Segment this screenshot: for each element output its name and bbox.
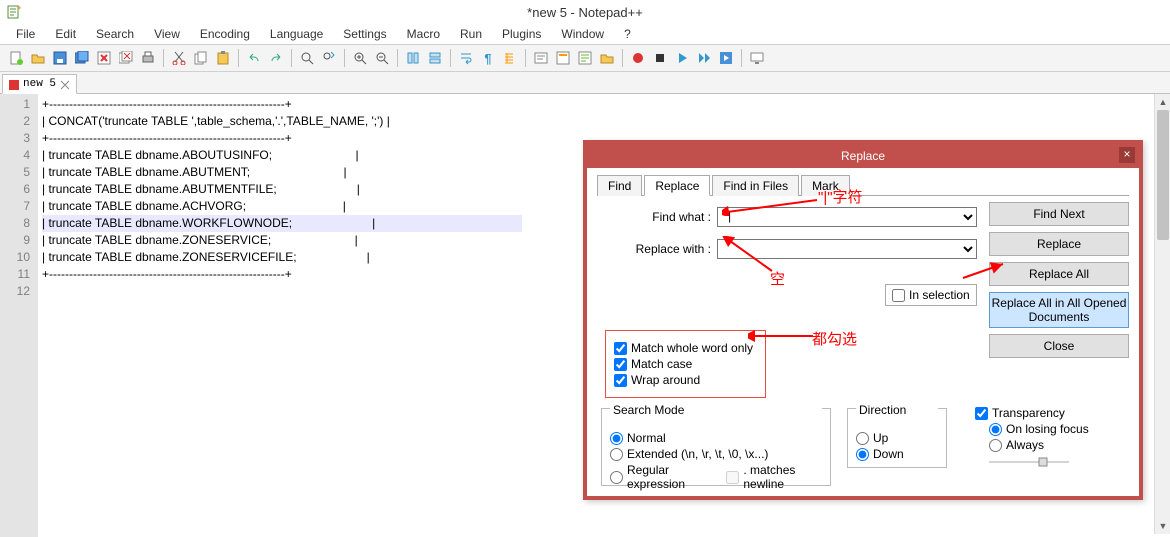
indent-guide-icon[interactable] [500, 48, 520, 68]
document-tab[interactable]: new 5 [2, 74, 77, 94]
dialog-title-text: Replace [841, 149, 885, 163]
lang-icon[interactable] [531, 48, 551, 68]
scroll-up-arrow-icon[interactable]: ▲ [1155, 94, 1170, 110]
tab-find[interactable]: Find [597, 175, 642, 196]
func-list-icon[interactable] [575, 48, 595, 68]
tab-replace[interactable]: Replace [644, 175, 710, 196]
menu-encoding[interactable]: Encoding [192, 25, 258, 43]
vertical-scrollbar[interactable]: ▲ ▼ [1154, 94, 1170, 534]
redo-icon[interactable] [266, 48, 286, 68]
direction-up[interactable]: Up [856, 431, 938, 445]
new-file-icon[interactable] [6, 48, 26, 68]
stop-macro-icon[interactable] [650, 48, 670, 68]
in-selection-box[interactable] [892, 289, 905, 302]
line-number-gutter: 123456789101112 [0, 94, 38, 537]
zoom-out-icon[interactable] [372, 48, 392, 68]
dialog-tabs: Find Replace Find in Files Mark [597, 174, 1129, 196]
replace-icon[interactable] [319, 48, 339, 68]
folder-icon[interactable] [597, 48, 617, 68]
find-what-input[interactable]: | [717, 207, 977, 227]
menu-search[interactable]: Search [88, 25, 142, 43]
tab-label: new 5 [23, 78, 56, 90]
match-options-group: Match whole word only Match case Wrap ar… [605, 330, 766, 398]
direction-group: Direction Up Down [847, 408, 947, 468]
menu-run[interactable]: Run [452, 25, 490, 43]
menu-window[interactable]: Window [553, 25, 612, 43]
replace-with-input[interactable] [717, 239, 977, 259]
menu-language[interactable]: Language [262, 25, 331, 43]
tab-mark[interactable]: Mark [801, 175, 850, 196]
replace-dialog: Replace × Find Replace Find in Files Mar… [583, 140, 1143, 500]
wrap-around-checkbox[interactable]: Wrap around [614, 373, 753, 387]
menu-help[interactable]: ? [616, 25, 639, 43]
find-icon[interactable] [297, 48, 317, 68]
scroll-down-arrow-icon[interactable]: ▼ [1155, 518, 1170, 534]
sync-v-icon[interactable] [403, 48, 423, 68]
search-mode-group: Search Mode Normal Extended (\n, \r, \t,… [601, 408, 831, 486]
transparency-checkbox[interactable]: Transparency [975, 406, 1089, 420]
transparency-slider[interactable] [989, 456, 1089, 470]
show-all-chars-icon[interactable]: ¶ [478, 48, 498, 68]
app-icon [6, 4, 22, 20]
play-macro-icon[interactable] [672, 48, 692, 68]
menu-edit[interactable]: Edit [47, 25, 84, 43]
search-mode-legend: Search Mode [610, 403, 822, 417]
print-icon[interactable] [138, 48, 158, 68]
wordwrap-icon[interactable] [456, 48, 476, 68]
menu-view[interactable]: View [146, 25, 188, 43]
window-title: *new 5 - Notepad++ [527, 5, 643, 20]
search-mode-extended[interactable]: Extended (\n, \r, \t, \0, \x...) [610, 447, 822, 461]
search-mode-regex[interactable]: Regular expression . matches newline [610, 463, 822, 491]
match-whole-word-checkbox[interactable]: Match whole word only [614, 341, 753, 355]
doc-map-icon[interactable] [553, 48, 573, 68]
modified-dot-icon [9, 79, 19, 89]
save-all-icon[interactable] [72, 48, 92, 68]
dialog-close-button[interactable]: × [1119, 147, 1135, 163]
paste-icon[interactable] [213, 48, 233, 68]
tab-find-in-files[interactable]: Find in Files [712, 175, 799, 196]
menu-settings[interactable]: Settings [335, 25, 394, 43]
save-macro-icon[interactable] [716, 48, 736, 68]
find-what-label: Find what : [597, 210, 717, 224]
in-selection-checkbox[interactable]: In selection [885, 284, 977, 306]
copy-icon[interactable] [191, 48, 211, 68]
window-titlebar: *new 5 - Notepad++ [0, 0, 1170, 24]
transparency-always[interactable]: Always [989, 438, 1089, 452]
document-tabs: new 5 [0, 72, 1170, 94]
close-icon[interactable] [94, 48, 114, 68]
transparency-group: Transparency On losing focus Always [975, 404, 1089, 470]
undo-icon[interactable] [244, 48, 264, 68]
transparency-on-losing-focus[interactable]: On losing focus [989, 422, 1089, 436]
menu-plugins[interactable]: Plugins [494, 25, 549, 43]
find-next-button[interactable]: Find Next [989, 202, 1129, 226]
direction-down[interactable]: Down [856, 447, 938, 461]
replace-with-label: Replace with : [597, 242, 717, 256]
scrollbar-thumb[interactable] [1157, 110, 1169, 240]
search-mode-normal[interactable]: Normal [610, 431, 822, 445]
in-selection-label: In selection [909, 288, 970, 302]
direction-legend: Direction [856, 403, 938, 417]
tab-close-icon[interactable] [60, 79, 70, 89]
match-case-checkbox[interactable]: Match case [614, 357, 753, 371]
replace-button[interactable]: Replace [989, 232, 1129, 256]
replace-all-button[interactable]: Replace All [989, 262, 1129, 286]
sync-h-icon[interactable] [425, 48, 445, 68]
replace-all-opened-button[interactable]: Replace All in All Opened Documents [989, 292, 1129, 328]
menu-macro[interactable]: Macro [399, 25, 448, 43]
close-all-icon[interactable] [116, 48, 136, 68]
dialog-titlebar[interactable]: Replace × [587, 144, 1139, 168]
open-file-icon[interactable] [28, 48, 48, 68]
record-macro-icon[interactable] [628, 48, 648, 68]
play-multi-icon[interactable] [694, 48, 714, 68]
menu-file[interactable]: File [8, 25, 43, 43]
toolbar: ¶ [0, 44, 1170, 72]
zoom-in-icon[interactable] [350, 48, 370, 68]
monitor-icon[interactable] [747, 48, 767, 68]
close-button[interactable]: Close [989, 334, 1129, 358]
save-icon[interactable] [50, 48, 70, 68]
menubar: File Edit Search View Encoding Language … [0, 24, 1170, 44]
cut-icon[interactable] [169, 48, 189, 68]
